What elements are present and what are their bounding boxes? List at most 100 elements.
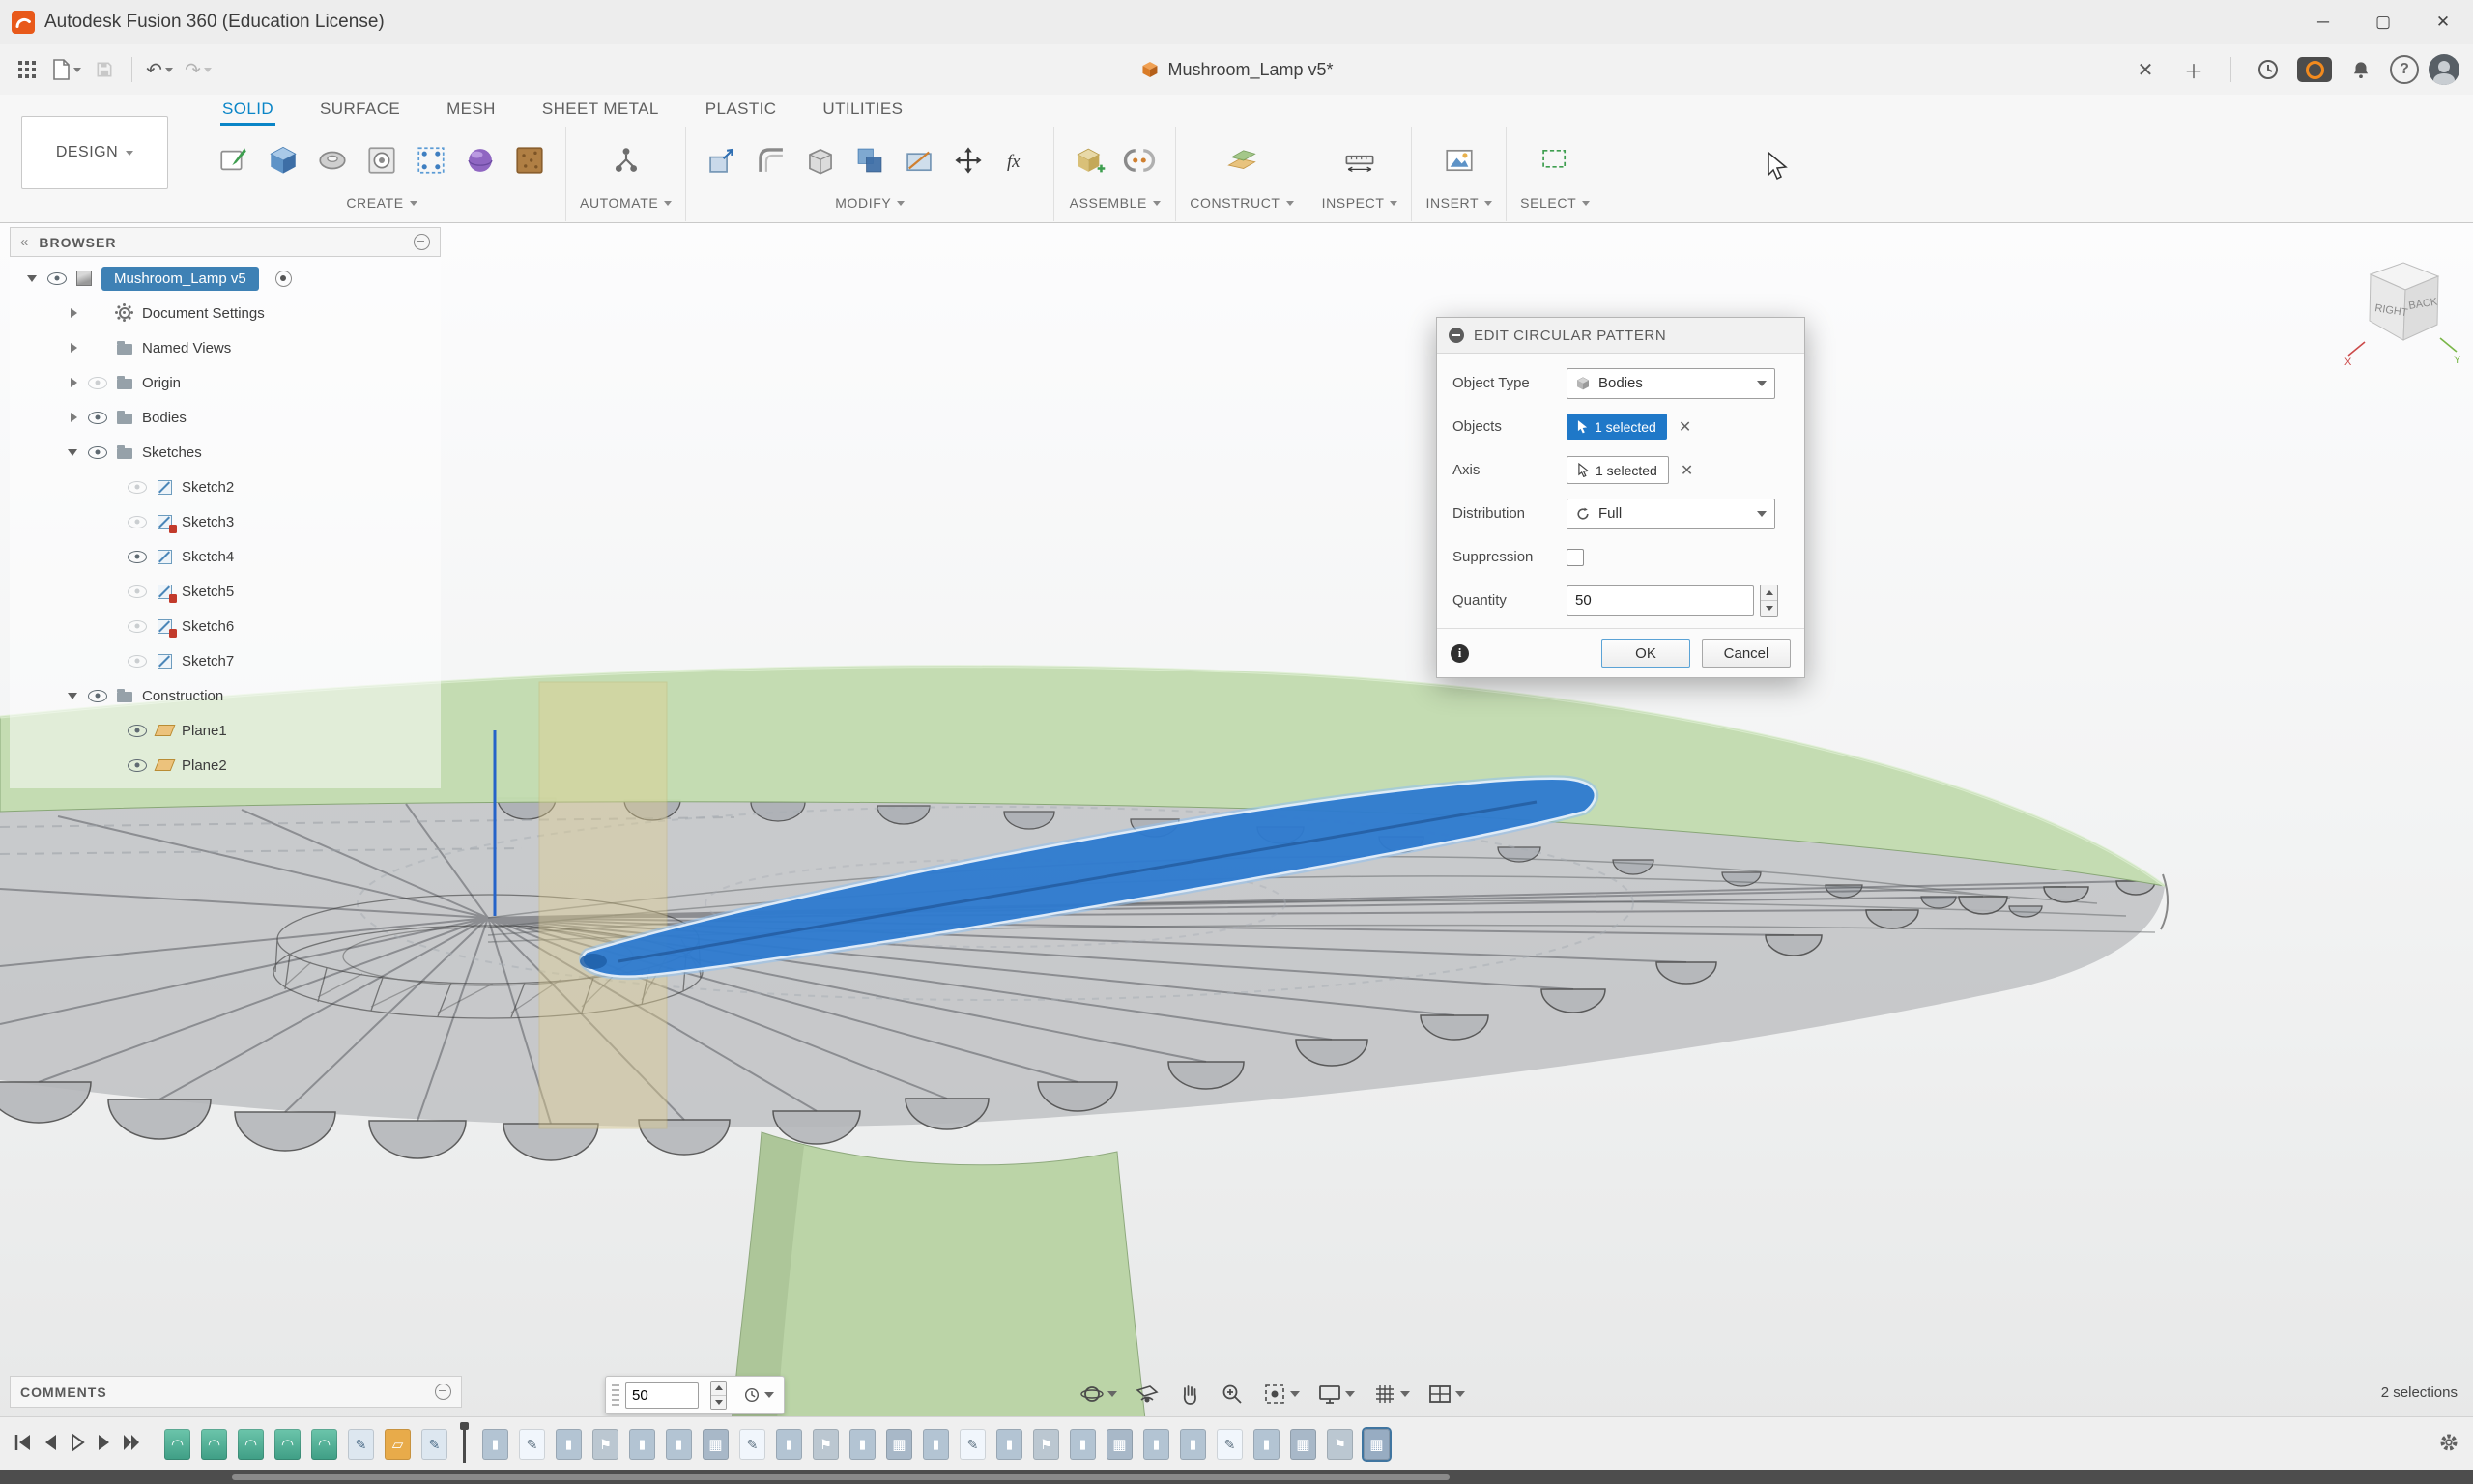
- automate-icon[interactable]: [604, 133, 648, 187]
- quantity-input[interactable]: [1567, 585, 1754, 616]
- timeline-feature[interactable]: [849, 1429, 876, 1460]
- viewports-icon[interactable]: [1423, 1378, 1470, 1411]
- dialog-header[interactable]: EDIT CIRCULAR PATTERN: [1437, 318, 1804, 354]
- timeline-feature[interactable]: [776, 1429, 802, 1460]
- timeline-feature[interactable]: [556, 1429, 582, 1460]
- ribbon-tab[interactable]: SHEET METAL: [540, 95, 661, 126]
- timeline-feature[interactable]: [629, 1429, 655, 1460]
- tree-item[interactable]: Named Views: [10, 330, 441, 365]
- timeline-scrollbar-thumb[interactable]: [232, 1474, 1450, 1480]
- tree-item[interactable]: Bodies: [10, 400, 441, 435]
- timeline-feature[interactable]: [923, 1429, 949, 1460]
- tree-item[interactable]: Origin: [10, 365, 441, 400]
- visibility-eye[interactable]: [128, 585, 147, 598]
- visibility-eye[interactable]: [128, 655, 147, 668]
- job-status-icon[interactable]: [2251, 50, 2286, 89]
- look-at-icon[interactable]: [1130, 1378, 1165, 1411]
- construction-plane-icon[interactable]: [1220, 133, 1264, 187]
- visibility-eye[interactable]: [128, 551, 147, 563]
- bell-icon[interactable]: [2344, 50, 2378, 89]
- new-document-icon[interactable]: ＋: [2176, 50, 2211, 89]
- axis-selected-chip[interactable]: 1 selected: [1567, 456, 1669, 484]
- texture-icon[interactable]: [507, 133, 552, 187]
- group-label-select[interactable]: SELECT: [1520, 190, 1590, 215]
- timeline-feature[interactable]: [1290, 1429, 1316, 1460]
- timeline-feature[interactable]: [482, 1429, 508, 1460]
- timeline-feature[interactable]: [1364, 1429, 1390, 1460]
- distribution-type-button[interactable]: [739, 1381, 778, 1410]
- zoom-icon[interactable]: [1215, 1378, 1250, 1411]
- display-settings-icon[interactable]: [1312, 1378, 1360, 1411]
- timeline-feature[interactable]: [201, 1429, 227, 1460]
- group-label-create[interactable]: CREATE: [346, 190, 417, 215]
- quantity-stepper[interactable]: [1760, 585, 1778, 617]
- tree-item[interactable]: Sketch3: [10, 504, 441, 539]
- tree-item-root-component[interactable]: Mushroom_Lamp v5: [10, 261, 441, 296]
- file-menu-button[interactable]: [48, 50, 83, 89]
- visibility-eye[interactable]: [128, 620, 147, 633]
- tree-item[interactable]: Sketch2: [10, 470, 441, 504]
- close-document-icon[interactable]: ✕: [2128, 50, 2163, 89]
- go-to-start-button[interactable]: [12, 1431, 35, 1459]
- expand-arrow[interactable]: [68, 412, 80, 424]
- visibility-eye[interactable]: [128, 516, 147, 528]
- group-label-inspect[interactable]: INSPECT: [1322, 190, 1398, 215]
- app-grid-icon[interactable]: [10, 50, 44, 89]
- minimize-browser-icon[interactable]: [414, 234, 430, 250]
- timeline-feature[interactable]: [1217, 1429, 1243, 1460]
- help-icon[interactable]: ?: [2390, 55, 2419, 84]
- timeline-feature[interactable]: [960, 1429, 986, 1460]
- joint-icon[interactable]: [1117, 133, 1162, 187]
- play-button[interactable]: [66, 1431, 89, 1459]
- workspace-selector[interactable]: DESIGN: [21, 116, 168, 189]
- document-tab[interactable]: Mushroom_Lamp v5*: [1139, 44, 1333, 95]
- timeline-feature[interactable]: [703, 1429, 729, 1460]
- objects-selected-chip[interactable]: 1 selected: [1567, 414, 1667, 440]
- group-label-modify[interactable]: MODIFY: [835, 190, 905, 215]
- ribbon-tab[interactable]: SURFACE: [318, 95, 402, 126]
- visibility-eye[interactable]: [47, 272, 67, 285]
- step-forward-button[interactable]: [93, 1431, 116, 1459]
- group-label-construct[interactable]: CONSTRUCT: [1190, 190, 1293, 215]
- change-parameters-icon[interactable]: fx: [995, 133, 1040, 187]
- visibility-eye[interactable]: [128, 481, 147, 494]
- timeline-feature[interactable]: [666, 1429, 692, 1460]
- ribbon-tab[interactable]: MESH: [445, 95, 498, 126]
- object-type-select[interactable]: Bodies: [1567, 368, 1775, 399]
- timeline-feature[interactable]: [519, 1429, 545, 1460]
- tree-item[interactable]: Sketches: [10, 435, 441, 470]
- expand-arrow[interactable]: [68, 342, 80, 355]
- redo-button[interactable]: ↷: [181, 50, 216, 89]
- maximize-button[interactable]: ▢: [2353, 0, 2413, 44]
- group-label-automate[interactable]: AUTOMATE: [580, 190, 672, 215]
- tree-item[interactable]: Sketch6: [10, 609, 441, 643]
- collapse-panel-icon[interactable]: «: [20, 234, 29, 250]
- sphere-icon[interactable]: [458, 133, 503, 187]
- save-icon[interactable]: [87, 50, 122, 89]
- timeline-feature[interactable]: [348, 1429, 374, 1460]
- timeline-feature[interactable]: [1033, 1429, 1059, 1460]
- browser-header[interactable]: « BROWSER: [10, 227, 441, 257]
- timeline-feature[interactable]: [238, 1429, 264, 1460]
- tree-item[interactable]: Plane2: [10, 748, 441, 783]
- clear-axis-icon[interactable]: ✕: [1681, 461, 1693, 480]
- group-label-assemble[interactable]: ASSEMBLE: [1070, 190, 1161, 215]
- go-to-end-button[interactable]: [120, 1431, 143, 1459]
- timeline-feature[interactable]: [1070, 1429, 1096, 1460]
- distribution-select[interactable]: Full: [1567, 499, 1775, 529]
- visibility-eye[interactable]: [88, 412, 107, 424]
- orbit-icon[interactable]: [1075, 1378, 1122, 1411]
- revolve-icon[interactable]: [310, 133, 355, 187]
- hole-icon[interactable]: [359, 133, 404, 187]
- info-icon[interactable]: i: [1451, 644, 1469, 663]
- tree-item[interactable]: Sketch5: [10, 574, 441, 609]
- timeline-feature[interactable]: [592, 1429, 618, 1460]
- insert-image-icon[interactable]: [1437, 133, 1481, 187]
- expand-arrow[interactable]: [68, 690, 80, 702]
- tree-item[interactable]: Construction: [10, 678, 441, 713]
- tree-item[interactable]: Document Settings: [10, 296, 441, 330]
- expand-arrow[interactable]: [68, 446, 80, 459]
- create-sketch-icon[interactable]: [212, 133, 256, 187]
- group-label-insert[interactable]: INSERT: [1425, 190, 1492, 215]
- timeline-feature[interactable]: [813, 1429, 839, 1460]
